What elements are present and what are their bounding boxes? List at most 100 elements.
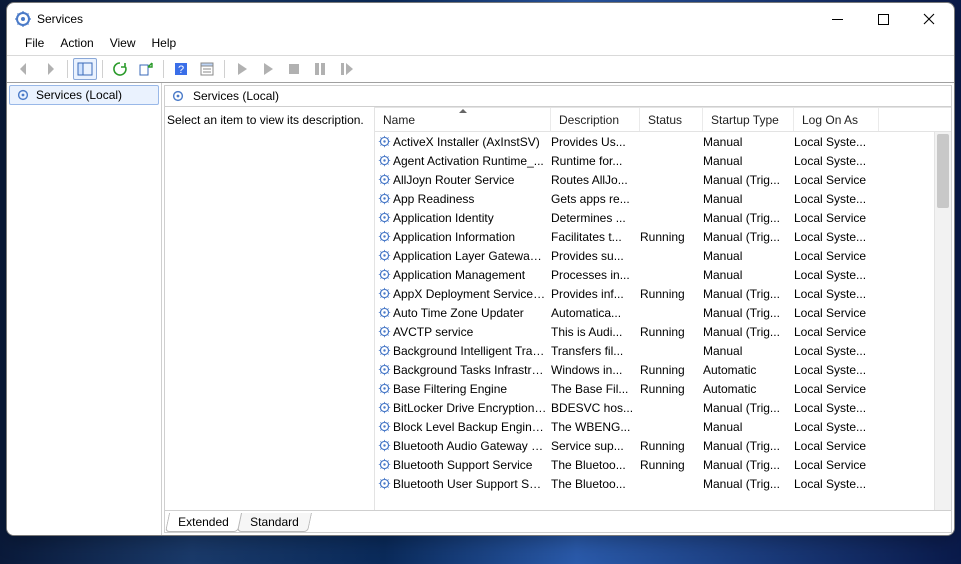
table-row[interactable]: AVCTP serviceThis is Audi...RunningManua… (375, 322, 951, 341)
cell-description: Service sup... (551, 439, 640, 453)
table-row[interactable]: Application IdentityDetermines ...Manual… (375, 208, 951, 227)
table-row[interactable]: Background Intelligent Tran...Transfers … (375, 341, 951, 360)
cell-name: AllJoyn Router Service (393, 173, 551, 187)
export-list-button[interactable] (134, 58, 158, 80)
stop-service-button[interactable] (282, 58, 306, 80)
tab-strip: Extended Standard (164, 511, 952, 533)
table-row[interactable]: Bluetooth Support ServiceThe Bluetoo...R… (375, 455, 951, 474)
cell-description: The WBENG... (551, 420, 640, 434)
back-button[interactable] (12, 58, 36, 80)
cell-name: Bluetooth User Support Ser... (393, 477, 551, 491)
list-body[interactable]: ActiveX Installer (AxInstSV)Provides Us.… (375, 132, 951, 510)
cell-logon: Local Service (794, 249, 879, 263)
menu-help[interactable]: Help (144, 34, 185, 52)
services-window: Services File Action View Help ? (6, 2, 955, 536)
table-row[interactable]: Background Tasks Infrastruc...Windows in… (375, 360, 951, 379)
table-row[interactable]: Base Filtering EngineThe Base Fil...Runn… (375, 379, 951, 398)
table-row[interactable]: AllJoyn Router ServiceRoutes AllJo...Man… (375, 170, 951, 189)
cell-startup: Manual (703, 154, 794, 168)
cell-logon: Local Syste... (794, 192, 879, 206)
scrollbar-thumb[interactable] (937, 134, 949, 208)
tab-standard[interactable]: Standard (237, 513, 312, 532)
vertical-scrollbar[interactable] (934, 132, 951, 510)
table-row[interactable]: Bluetooth Audio Gateway S...Service sup.… (375, 436, 951, 455)
properties-button[interactable] (195, 58, 219, 80)
cell-name: Application Identity (393, 211, 551, 225)
cell-logon: Local Syste... (794, 420, 879, 434)
menubar: File Action View Help (7, 35, 954, 55)
col-log-on-as[interactable]: Log On As (794, 108, 879, 131)
cell-name: AVCTP service (393, 325, 551, 339)
cell-name: Application Management (393, 268, 551, 282)
toolbar-separator (224, 60, 225, 78)
table-row[interactable]: AppX Deployment Service (...Provides inf… (375, 284, 951, 303)
table-row[interactable]: ActiveX Installer (AxInstSV)Provides Us.… (375, 132, 951, 151)
column-headers: Name Description Status Startup Type Log… (375, 108, 951, 132)
table-row[interactable]: Application ManagementProcesses in...Man… (375, 265, 951, 284)
services-list: Name Description Status Startup Type Log… (374, 107, 951, 510)
maximize-button[interactable] (860, 4, 906, 34)
cell-logon: Local Syste... (794, 401, 879, 415)
gear-icon (375, 173, 393, 186)
table-row[interactable]: Bluetooth User Support Ser...The Bluetoo… (375, 474, 951, 493)
cell-name: Background Tasks Infrastruc... (393, 363, 551, 377)
cell-startup: Manual (703, 249, 794, 263)
table-row[interactable]: Application Layer Gateway ...Provides su… (375, 246, 951, 265)
cell-logon: Local Syste... (794, 477, 879, 491)
cell-description: Transfers fil... (551, 344, 640, 358)
gear-icon (16, 88, 30, 102)
cell-logon: Local Service (794, 173, 879, 187)
start-service-button-2[interactable] (256, 58, 280, 80)
toolbar-separator (102, 60, 103, 78)
help-button[interactable]: ? (169, 58, 193, 80)
restart-service-button[interactable] (334, 58, 358, 80)
gear-icon (375, 344, 393, 357)
nav-pane: Services (Local) (7, 83, 162, 535)
table-row[interactable]: App ReadinessGets apps re...ManualLocal … (375, 189, 951, 208)
window-title: Services (37, 12, 83, 26)
start-service-button[interactable] (230, 58, 254, 80)
cell-startup: Automatic (703, 382, 794, 396)
menu-view[interactable]: View (102, 34, 144, 52)
cell-logon: Local Service (794, 439, 879, 453)
table-row[interactable]: BitLocker Drive Encryption ...BDESVC hos… (375, 398, 951, 417)
show-hide-tree-button[interactable] (73, 58, 97, 80)
cell-description: Facilitates t... (551, 230, 640, 244)
gear-icon (375, 382, 393, 395)
menu-file[interactable]: File (17, 34, 52, 52)
cell-logon: Local Service (794, 325, 879, 339)
col-status[interactable]: Status (640, 108, 703, 131)
table-row[interactable]: Agent Activation Runtime_...Runtime for.… (375, 151, 951, 170)
gear-icon (375, 420, 393, 433)
minimize-button[interactable] (814, 4, 860, 34)
cell-startup: Manual (703, 135, 794, 149)
nav-services-local[interactable]: Services (Local) (9, 85, 159, 105)
close-button[interactable] (906, 4, 952, 34)
cell-description: The Bluetoo... (551, 458, 640, 472)
col-startup-type[interactable]: Startup Type (703, 108, 794, 131)
gear-icon (171, 89, 185, 103)
table-row[interactable]: Application InformationFacilitates t...R… (375, 227, 951, 246)
nav-services-local-label: Services (Local) (36, 88, 122, 102)
gear-icon (375, 135, 393, 148)
refresh-button[interactable] (108, 58, 132, 80)
cell-startup: Manual (703, 268, 794, 282)
cell-logon: Local Service (794, 382, 879, 396)
table-row[interactable]: Auto Time Zone UpdaterAutomatica...Manua… (375, 303, 951, 322)
tab-extended[interactable]: Extended (165, 513, 242, 532)
cell-logon: Local Service (794, 306, 879, 320)
table-row[interactable]: Block Level Backup Engine ...The WBENG..… (375, 417, 951, 436)
menu-action[interactable]: Action (52, 34, 101, 52)
gear-icon (375, 249, 393, 262)
body: Services (Local) Services (Local) Select… (7, 83, 954, 535)
cell-name: Base Filtering Engine (393, 382, 551, 396)
pause-service-button[interactable] (308, 58, 332, 80)
forward-button[interactable] (38, 58, 62, 80)
col-description[interactable]: Description (551, 108, 640, 131)
cell-description: Provides su... (551, 249, 640, 263)
cell-logon: Local Syste... (794, 268, 879, 282)
cell-name: ActiveX Installer (AxInstSV) (393, 135, 551, 149)
cell-name: App Readiness (393, 192, 551, 206)
gear-icon (375, 287, 393, 300)
col-name[interactable]: Name (375, 108, 551, 131)
